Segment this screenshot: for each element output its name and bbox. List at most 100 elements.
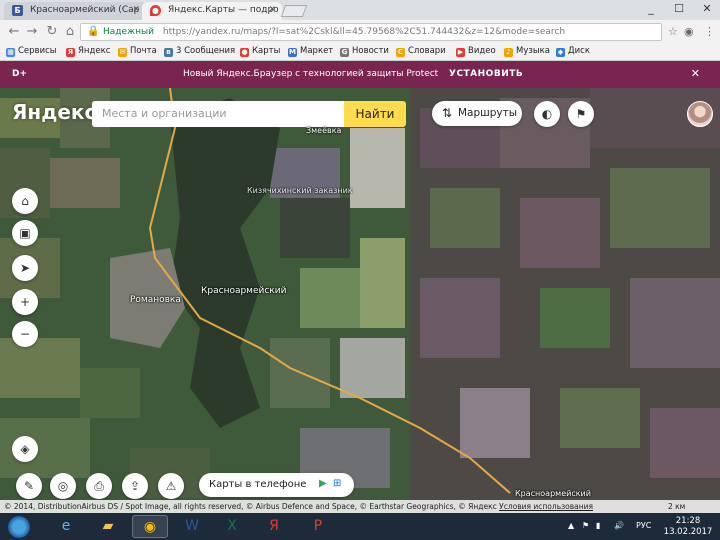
flag-icon[interactable]: ⚑: [582, 521, 589, 530]
music-icon: ♪: [504, 48, 513, 57]
windows-icon: ⊞: [333, 478, 342, 489]
bookmark-music[interactable]: ♪ Музыка: [504, 46, 550, 57]
label-krasnoarmeysky: Красноармейский: [201, 286, 287, 296]
forward-button[interactable]: →: [24, 24, 40, 40]
home-button[interactable]: ⌂: [62, 24, 78, 40]
maps-on-phone-button[interactable]: Карты в телефоне ▶ ⊞: [199, 473, 354, 497]
browser-promo-banner: D+ Новый Яндекс.Браузер с технологией за…: [0, 61, 720, 88]
bookmark-dictionaries[interactable]: С Словари: [396, 46, 446, 57]
bookmark-yandex[interactable]: Я Яндекс: [66, 46, 110, 57]
scale-bar: 2 км: [668, 502, 686, 511]
routes-label: Маршруты: [458, 107, 518, 119]
label-forest: Кизячихинский заказник: [247, 186, 353, 195]
apps-grid-icon: ▦: [6, 48, 15, 57]
print-icon[interactable]: ⎙: [86, 473, 112, 499]
close-tab-icon[interactable]: ✕: [132, 5, 140, 15]
browser-tab-2[interactable]: ● Яндекс.Карты — подро ✕: [142, 2, 282, 20]
terms-link[interactable]: Условия использования: [499, 502, 593, 511]
yandex-icon: Я: [66, 48, 75, 57]
tab-title: Красноармейский (Сар: [30, 5, 140, 15]
back-button[interactable]: ←: [6, 24, 22, 40]
bookmark-services[interactable]: ▦ Сервисы: [6, 46, 56, 57]
locate-icon[interactable]: ➤: [12, 255, 38, 281]
map-layers-icon[interactable]: ◈: [12, 436, 38, 462]
zoom-in-button[interactable]: +: [12, 289, 38, 315]
satellite-imagery: [0, 88, 720, 513]
market-icon: М: [288, 48, 297, 57]
bookmark-maps[interactable]: ● Карты: [240, 46, 280, 57]
mail-icon: ✉: [118, 48, 127, 57]
folder-icon[interactable]: ▰: [90, 515, 126, 538]
google-icon: G: [340, 48, 349, 57]
yandex-browser-icon[interactable]: Я: [256, 515, 292, 538]
clock-time: 21:28: [675, 516, 701, 526]
yandex-logo[interactable]: Яндекс: [12, 100, 96, 124]
find-button[interactable]: Найти: [344, 101, 406, 127]
browser-toolbar: ← → ↻ ⌂ 🔒 Надежный https://yandex.ru/map…: [0, 20, 720, 44]
share-icon[interactable]: ⇪: [122, 473, 148, 499]
ie-icon[interactable]: e: [48, 515, 84, 538]
address-bar[interactable]: 🔒 Надежный https://yandex.ru/maps/?l=sat…: [80, 23, 662, 41]
layers-toggle-button[interactable]: ◐: [534, 101, 560, 127]
start-button[interactable]: [8, 516, 30, 538]
yandex-maps-pin-icon: ●: [150, 5, 161, 16]
search-input[interactable]: Места и организации: [92, 101, 344, 127]
label-romanovka: Романовка: [130, 295, 181, 305]
maximize-button[interactable]: ☐: [664, 0, 694, 18]
browser-tab-1[interactable]: Б Красноармейский (Сар ✕: [4, 2, 146, 20]
close-tab-icon[interactable]: ✕: [268, 5, 276, 15]
close-window-button[interactable]: ✕: [692, 0, 720, 18]
bookmark-messages[interactable]: в3 Сообщения: [164, 46, 235, 57]
new-tab-button[interactable]: [280, 5, 308, 17]
bookmark-market[interactable]: М Маркет: [288, 46, 333, 57]
excel-icon[interactable]: X: [214, 515, 250, 538]
language-indicator[interactable]: РУС: [636, 521, 651, 530]
phone-promo-label: Карты в телефоне: [209, 479, 307, 490]
bookmark-mail[interactable]: ✉ Почта: [118, 46, 157, 57]
secure-label: Надежный: [103, 27, 154, 37]
tab-title: Яндекс.Карты — подро: [168, 5, 279, 15]
copyright-text: © 2014, DistributionAirbus DS / Spot Ima…: [4, 502, 497, 511]
bookmark-news[interactable]: G Новости: [340, 46, 389, 57]
clock[interactable]: 21:28 13.02.2017: [662, 516, 714, 538]
yandex-b-icon: Б: [12, 5, 23, 16]
clock-date: 13.02.2017: [663, 527, 713, 537]
video-icon: ▶: [456, 48, 465, 57]
extension-icon[interactable]: ◉: [684, 25, 694, 38]
url-text: https://yandex.ru/maps/?l=sat%2Cskl&ll=4…: [162, 27, 566, 37]
star-icon[interactable]: ☆: [668, 25, 678, 38]
menu-icon[interactable]: ⋮: [704, 25, 715, 38]
briefcase-icon[interactable]: ▣: [12, 220, 38, 246]
bookmark-video[interactable]: ▶ Видео: [456, 46, 496, 57]
powerpoint-icon[interactable]: P: [300, 515, 336, 538]
network-icon[interactable]: ▮: [596, 521, 600, 530]
word-icon[interactable]: W: [174, 515, 210, 538]
traffic-warning-icon[interactable]: ⚠: [158, 473, 184, 499]
minimize-button[interactable]: _: [636, 0, 666, 18]
close-icon[interactable]: ✕: [691, 67, 700, 80]
bookmark-icon[interactable]: ⚑: [568, 101, 594, 127]
chrome-icon[interactable]: ◉: [132, 515, 168, 538]
disk-icon: ◆: [556, 48, 565, 57]
lock-icon: 🔒: [87, 26, 100, 37]
dictionary-icon: С: [396, 48, 405, 57]
route-icon: ⇅: [442, 106, 453, 120]
install-button[interactable]: УСТАНОВИТЬ: [449, 69, 523, 79]
play-store-icon: ▶: [319, 478, 327, 489]
routes-button[interactable]: ⇅ Маршруты: [432, 101, 522, 126]
promo-text: Новый Яндекс.Браузер с технологией защит…: [183, 69, 439, 79]
reload-button[interactable]: ↻: [44, 24, 60, 40]
home-icon[interactable]: ⌂: [12, 188, 38, 214]
satellite-map[interactable]: [0, 88, 720, 513]
ruler-icon[interactable]: ✎: [16, 473, 42, 499]
panorama-icon[interactable]: ◎: [50, 473, 76, 499]
avatar[interactable]: [687, 101, 713, 127]
promo-brand: D+: [12, 69, 28, 79]
label-krasnoarmeysky-bottom: Красноармейский: [515, 489, 591, 498]
tray-arrow-icon[interactable]: ▲: [568, 521, 574, 530]
volume-icon[interactable]: 🔊: [614, 521, 624, 530]
bookmark-disk[interactable]: ◆ Диск: [556, 46, 590, 57]
zoom-out-button[interactable]: −: [12, 321, 38, 347]
vk-icon: в: [164, 48, 173, 57]
label-village-top: Змеёвка: [306, 126, 342, 135]
